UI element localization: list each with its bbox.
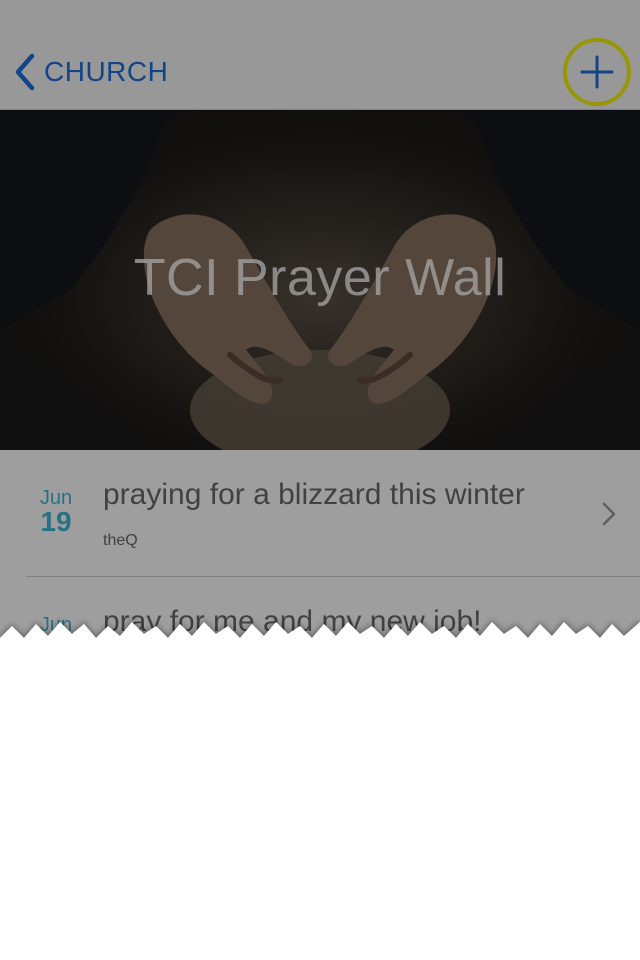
hero-banner: TCI Prayer Wall	[0, 110, 640, 450]
date-month: Jun	[39, 487, 73, 509]
add-prayer-button[interactable]	[563, 38, 631, 106]
back-button-label: CHURCH	[44, 56, 169, 87]
plus-icon	[580, 55, 614, 89]
navigation-bar: CHURCH	[0, 0, 640, 110]
prayer-wall-screen: CHURCH TCI Prayer Wall Jun 19 praying fo…	[0, 0, 640, 960]
chevron-left-icon	[15, 53, 35, 91]
list-item[interactable]: Jun 19 praying for a blizzard this winte…	[0, 450, 640, 576]
page-title: TCI Prayer Wall	[133, 249, 507, 307]
chevron-right-icon	[602, 502, 616, 526]
prayer-author: theQ	[103, 532, 138, 549]
prayer-title: praying for a blizzard this winter	[103, 478, 525, 511]
torn-edge-cover	[0, 622, 640, 960]
back-button[interactable]: CHURCH	[12, 50, 168, 94]
date-day: 19	[40, 506, 72, 537]
date-badge: Jun 19	[36, 488, 76, 536]
